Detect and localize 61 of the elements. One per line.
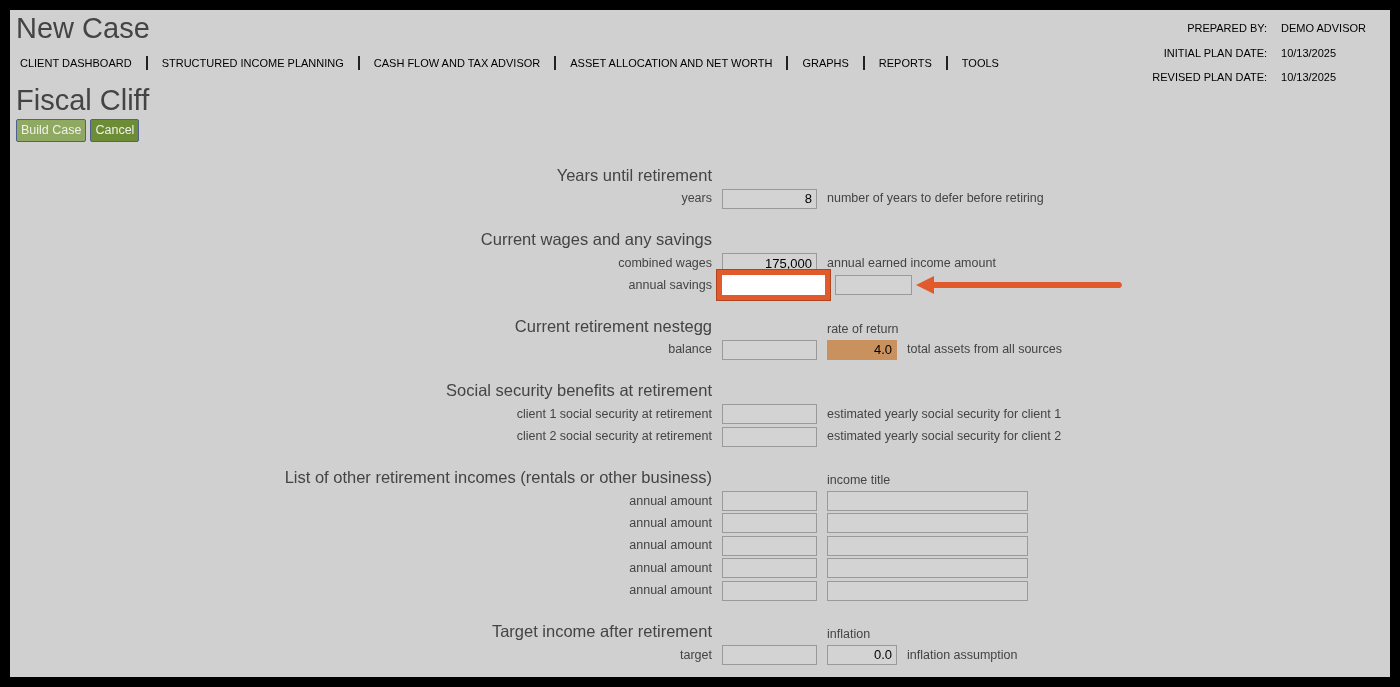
field-label: annual amount	[628, 582, 712, 600]
section-heading: Years until retirement	[555, 164, 712, 186]
input-field[interactable]	[722, 491, 817, 512]
input-field[interactable]	[722, 404, 817, 425]
input-field[interactable]	[827, 580, 1028, 601]
field-label: target	[679, 646, 712, 664]
column-heading: inflation	[827, 626, 871, 644]
page-title: New Case	[16, 11, 151, 45]
nav-link[interactable]: CLIENT DASHBOARD	[20, 55, 132, 72]
input-field[interactable]	[827, 535, 1028, 556]
input-field[interactable]: 8	[722, 188, 817, 209]
info-value: 10/13/2025	[1281, 45, 1338, 61]
info-label: INITIAL PLAN DATE:	[1162, 45, 1268, 61]
input-field[interactable]	[722, 426, 817, 447]
field-label: annual amount	[628, 559, 712, 577]
field-note: total assets from all sources	[907, 341, 1062, 359]
input-field[interactable]	[722, 558, 817, 579]
input-field[interactable]: 0.0	[827, 645, 897, 665]
info-value: DEMO ADVISOR	[1281, 21, 1366, 36]
nav-link[interactable]: STRUCTURED INCOME PLANNING	[161, 55, 344, 72]
field-note: number of years to defer before retiring	[827, 190, 1044, 208]
input-field[interactable]	[722, 580, 817, 601]
field-note: annual earned income amount	[827, 254, 996, 272]
info-label: PREPARED BY:	[1186, 21, 1268, 36]
nav-link[interactable]: CASH FLOW AND TAX ADVISOR	[373, 55, 541, 72]
nav-link[interactable]: GRAPHS	[802, 55, 849, 72]
field-note: estimated yearly social security for client 1	[827, 405, 1062, 423]
field-label: annual amount	[628, 515, 712, 533]
field-label: years	[680, 190, 712, 208]
column-heading: income title	[827, 472, 891, 490]
section-heading: Current wages and any savings	[479, 229, 712, 251]
field-note: estimated yearly social security for client 2	[827, 428, 1062, 446]
input-field[interactable]	[827, 558, 1028, 579]
case-title: Fiscal Cliff	[16, 82, 151, 117]
input-field[interactable]	[827, 513, 1028, 534]
nav-link[interactable]: ASSET ALLOCATION AND NET WORTH	[570, 55, 773, 72]
field-note: inflation assumption	[907, 646, 1018, 664]
info-label: REVISED PLAN DATE:	[1152, 70, 1268, 85]
field-label: annual savings	[627, 277, 712, 295]
section-heading: Current retirement nestegg	[513, 315, 712, 337]
input-field[interactable]	[722, 513, 817, 534]
input-field[interactable]	[722, 535, 817, 556]
column-heading: rate of return	[827, 320, 899, 338]
input-field[interactable]: 4.0	[827, 339, 897, 360]
field-label: client 1 social security at retirement	[515, 405, 712, 423]
section-heading: Target income after retirement	[490, 621, 712, 643]
input-field[interactable]	[827, 491, 1028, 512]
field-label: client 2 social security at retirement	[515, 428, 712, 446]
section-heading: Social security benefits at retirement	[445, 380, 712, 402]
nav-link[interactable]: TOOLS	[961, 55, 999, 72]
input-field[interactable]	[722, 645, 817, 665]
input-field[interactable]	[722, 339, 817, 360]
field-label: balance	[667, 341, 712, 359]
field-label: annual amount	[628, 492, 712, 510]
input-field[interactable]	[717, 270, 830, 301]
info-value: 10/13/2025	[1281, 70, 1338, 85]
section-heading: List of other retirement incomes (rentals or other business)	[283, 467, 712, 489]
select-field[interactable]	[835, 275, 912, 296]
field-label: combined wages	[617, 254, 712, 272]
field-label: annual amount	[628, 537, 712, 555]
nav-link[interactable]: REPORTS	[878, 55, 932, 72]
